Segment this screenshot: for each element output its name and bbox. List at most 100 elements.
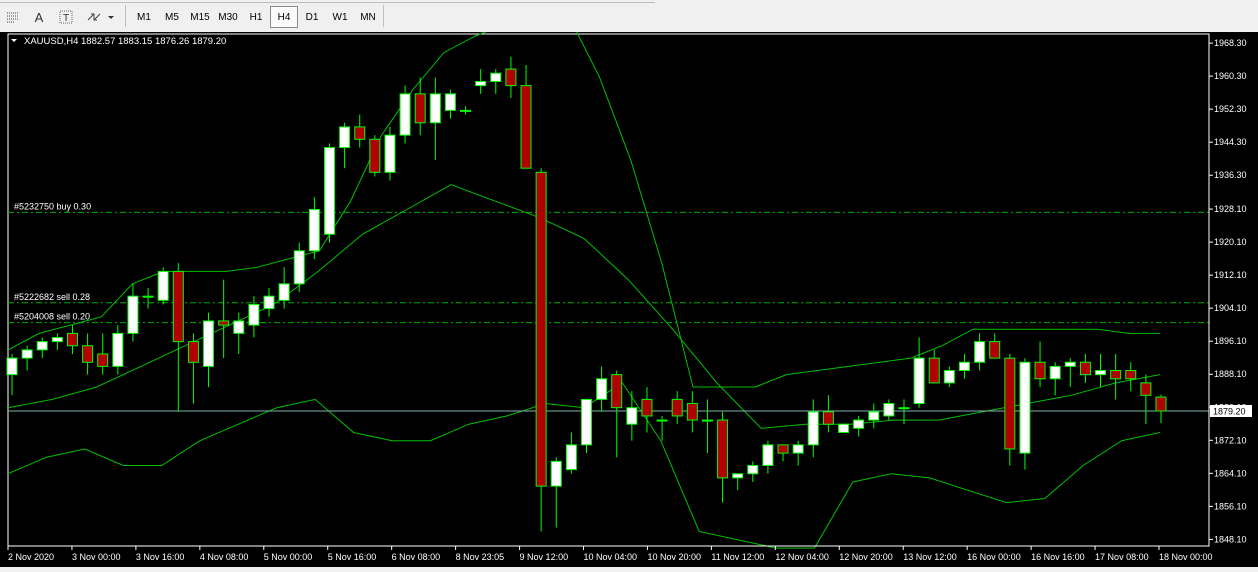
candle	[974, 333, 986, 371]
toolbar-separator	[383, 5, 384, 27]
timeframe-h4-button[interactable]: H4	[270, 6, 298, 28]
bear-candle-body	[97, 353, 109, 367]
crosshair-tool-icon[interactable]	[3, 6, 23, 28]
candle	[807, 399, 819, 458]
bull-candle-body	[974, 341, 986, 363]
price-tick-label: 1904.10	[1214, 303, 1247, 313]
bull-candle-body	[112, 332, 124, 367]
candle	[475, 69, 487, 94]
time-tick-label: 16 Nov 16:00	[1031, 552, 1085, 562]
toolbar-top-border	[0, 0, 655, 3]
bull-candle-body	[51, 336, 63, 343]
bear-candle-body	[520, 85, 532, 169]
chart-frame	[7, 33, 1210, 547]
timeframe-m30-button[interactable]: M30	[214, 6, 242, 28]
bear-candle-body	[218, 320, 230, 326]
candle	[444, 89, 456, 119]
bear-candle-body	[66, 332, 78, 347]
candle	[868, 403, 880, 429]
timeframe-h1-button[interactable]: H1	[242, 6, 270, 28]
bear-candle-body	[414, 93, 426, 124]
candle	[82, 333, 94, 375]
bull-candle-body	[460, 109, 472, 112]
candle	[943, 366, 955, 388]
candle	[142, 287, 154, 309]
price-tick-label: 1952.30	[1214, 104, 1247, 114]
bear-candle-body	[1004, 357, 1016, 450]
bull-candle-body	[429, 93, 441, 124]
bull-candle-body	[701, 419, 713, 422]
candle	[958, 354, 970, 379]
timeframe-mn-button[interactable]: MN	[354, 6, 382, 28]
candle	[218, 279, 230, 359]
price-tick-label: 1944.30	[1214, 137, 1247, 147]
bull-candle-body	[142, 295, 154, 298]
candle	[565, 432, 577, 474]
candle	[51, 333, 63, 350]
bull-candle-body	[868, 411, 880, 421]
candle	[853, 415, 865, 437]
text-label-tool-icon[interactable]: T	[56, 6, 76, 28]
candle	[747, 461, 759, 482]
bull-candle-body	[278, 283, 290, 301]
bull-candle-body	[233, 320, 245, 334]
candle	[66, 325, 78, 354]
candle	[838, 423, 850, 433]
bear-candle-body	[1140, 382, 1152, 396]
timeframe-m15-button[interactable]: M15	[186, 6, 214, 28]
candle	[732, 473, 744, 491]
toolbar-separator	[125, 5, 126, 27]
candle	[187, 333, 199, 404]
arrows-tool-icon[interactable]	[85, 6, 117, 28]
candle	[626, 391, 638, 441]
chart-window[interactable]: #5232750 buy 0.30 #5222682 sell 0.28 #5204…	[0, 2, 1258, 567]
candle	[686, 391, 698, 433]
timeframe-w1-button[interactable]: W1	[326, 6, 354, 28]
candle	[339, 122, 351, 169]
candle	[369, 135, 381, 177]
price-tick-label: 1896.10	[1214, 336, 1247, 346]
candle	[883, 399, 895, 421]
candle	[701, 399, 713, 454]
bull-candle-body	[565, 444, 577, 471]
timeframe-m1-button[interactable]: M1	[130, 6, 158, 28]
bear-candle-body	[777, 444, 789, 454]
bear-candle-body	[822, 411, 834, 425]
bull-candle-body	[656, 419, 668, 422]
candle	[1064, 358, 1076, 388]
price-tick-label: 1968.30	[1214, 38, 1247, 48]
candle	[596, 366, 608, 412]
order-line-label: #5222682 sell 0.28	[14, 292, 90, 302]
bull-candle-body	[550, 460, 562, 487]
bear-candle-body	[671, 398, 683, 417]
candle	[112, 325, 124, 375]
text-tool-icon[interactable]: A	[29, 6, 49, 28]
plot-border	[7, 33, 1210, 547]
bull-candle-body	[883, 403, 895, 417]
candle	[1049, 362, 1061, 396]
bull-candle-body	[339, 126, 351, 149]
time-tick-label: 12 Nov 04:00	[775, 552, 829, 562]
bull-candle-body	[475, 80, 487, 87]
chart-header: XAUUSD,H4 1882.57 1883.15 1876.26 1879.2…	[24, 36, 226, 47]
bull-candle-body	[203, 320, 215, 367]
bear-candle-body	[1034, 361, 1046, 380]
bull-candle-body	[581, 398, 592, 446]
candle	[354, 114, 366, 148]
time-tick-label: 3 Nov 00:00	[72, 552, 121, 562]
time-axis: 2 Nov 2020 3 Nov 00:00 3 Nov 16:00 4 Nov 08…	[7, 545, 1213, 562]
timeframe-m5-button[interactable]: M5	[158, 6, 186, 28]
price-chart[interactable]: #5232750 buy 0.30 #5222682 sell 0.28 #5204…	[0, 2, 1258, 567]
bear-candle-body	[641, 398, 653, 417]
candle	[323, 143, 335, 243]
bull-candle-body	[248, 303, 260, 326]
timeframe-d1-button[interactable]: D1	[298, 6, 326, 28]
candle	[989, 333, 1001, 359]
chart-menu-arrow-icon[interactable]	[11, 39, 17, 42]
candle	[1125, 362, 1137, 392]
bear-candle-body	[1155, 396, 1167, 412]
bull-candle-body	[21, 349, 33, 359]
bull-candle-body	[762, 444, 774, 466]
bear-candle-body	[187, 341, 199, 363]
candle	[928, 349, 940, 384]
